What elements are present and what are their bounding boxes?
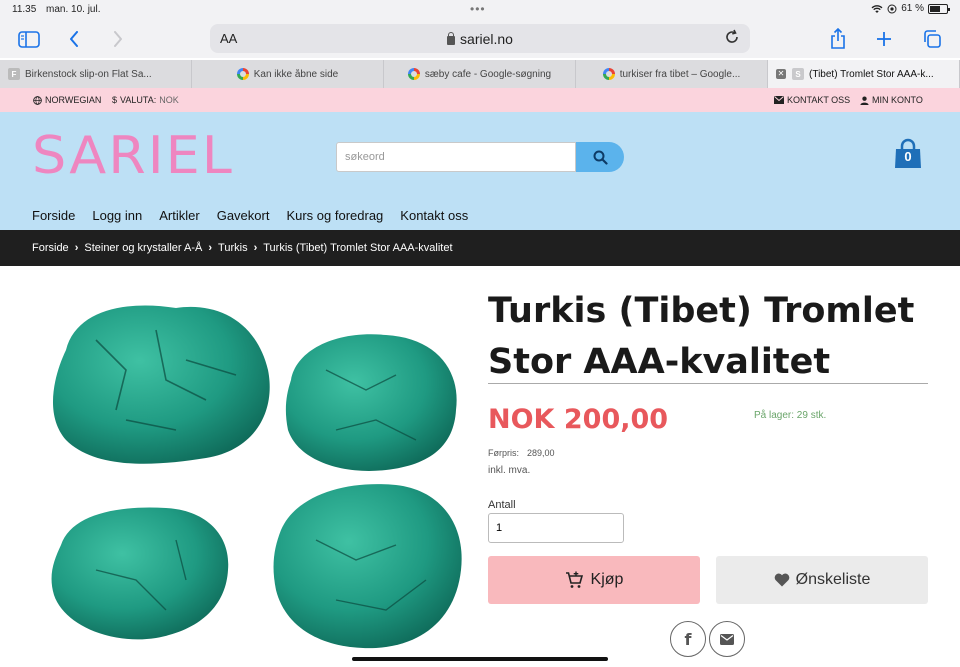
globe-icon: [33, 95, 42, 105]
vat-note: inkl. mva.: [488, 465, 531, 476]
breadcrumb: Forside › Steiner og krystaller A-Å › Tu…: [0, 230, 960, 266]
location-icon: [887, 4, 897, 13]
currency-selector[interactable]: $ VALUTA: NOK: [112, 95, 179, 105]
tab-label: Birkenstock slip-on Flat Sa...: [25, 68, 152, 80]
quantity-input[interactable]: [488, 513, 624, 543]
breadcrumb-item[interactable]: Steiner og krystaller A-Å: [84, 242, 202, 254]
share-email-button[interactable]: [709, 621, 745, 657]
wishlist-button[interactable]: Ønskeliste: [716, 556, 928, 604]
main-nav: Forside Logg inn Artikler Gavekort Kurs …: [32, 208, 485, 223]
ios-status-bar: 11.35 man. 10. jul. ••• 61 %: [0, 0, 960, 20]
date: man. 10. jul.: [46, 4, 101, 15]
currency-label: VALUTA:: [120, 95, 157, 105]
url-text: sariel.no: [460, 31, 513, 47]
account-link[interactable]: MIN KONTO: [860, 95, 923, 105]
buy-label: Kjøp: [590, 571, 624, 588]
nav-item-forside[interactable]: Forside: [32, 208, 75, 223]
search-input[interactable]: [336, 142, 576, 172]
sidebar-toggle-icon[interactable]: [16, 26, 42, 52]
browser-toolbar: AA sariel.no: [0, 20, 960, 58]
stock-status: På lager: 29 stk.: [754, 410, 827, 421]
tab-label: Kan ikke åbne side: [253, 68, 339, 80]
site-favicon-icon: S: [792, 68, 804, 80]
nav-item-gavekort[interactable]: Gavekort: [217, 208, 270, 223]
search-button[interactable]: [576, 142, 624, 172]
google-icon: [236, 68, 249, 80]
cart-button[interactable]: 0: [892, 138, 924, 170]
site-favicon-icon: F: [8, 68, 20, 80]
wishlist-label: Ønskeliste: [795, 571, 871, 588]
tab-label: sæby cafe - Google-søgning: [424, 68, 552, 80]
breadcrumb-item[interactable]: Forside: [32, 242, 69, 254]
battery-percent: 61 %: [901, 3, 924, 14]
dollar-icon: $: [112, 95, 118, 105]
close-tab-icon[interactable]: ✕: [776, 69, 786, 79]
language-label: NORWEGIAN: [45, 95, 102, 105]
nav-item-kurs[interactable]: Kurs og foredrag: [286, 208, 383, 223]
facebook-icon: f: [684, 629, 692, 649]
contact-label: KONTAKT OSS: [787, 95, 851, 105]
search-form: [336, 142, 624, 172]
heart-icon: [774, 573, 789, 587]
back-icon[interactable]: [64, 26, 84, 52]
battery-icon: [928, 3, 950, 14]
site-topbar: NORWEGIAN $ VALUTA: NOK KONTAKT OSS MIN …: [0, 88, 960, 112]
breadcrumb-current: Turkis (Tibet) Tromlet Stor AAA-kvalitet: [263, 242, 453, 254]
site-logo[interactable]: SARIEL: [32, 126, 234, 186]
nav-item-artikler[interactable]: Artikler: [159, 208, 199, 223]
home-indicator[interactable]: [352, 657, 608, 661]
tabs-overview-icon[interactable]: [920, 26, 944, 52]
google-icon: [407, 68, 420, 80]
site-header: SARIEL 0 Forside Logg inn Artikler Gavek…: [0, 112, 960, 230]
language-selector[interactable]: NORWEGIAN: [33, 95, 101, 105]
breadcrumb-item[interactable]: Turkis: [218, 242, 248, 254]
browser-tab[interactable]: turkiser fra tibet – Google...: [576, 60, 768, 88]
contact-link[interactable]: KONTAKT OSS: [774, 95, 850, 105]
google-icon: [602, 68, 615, 80]
share-facebook-button[interactable]: f: [670, 621, 706, 657]
browser-tab[interactable]: F Birkenstock slip-on Flat Sa...: [0, 60, 192, 88]
tab-label: turkiser fra tibet – Google...: [619, 68, 741, 80]
nav-item-logg-inn[interactable]: Logg inn: [92, 208, 142, 223]
nav-item-kontakt[interactable]: Kontakt oss: [400, 208, 468, 223]
email-icon: [720, 633, 734, 645]
tab-bar: F Birkenstock slip-on Flat Sa... Kan ikk…: [0, 60, 960, 88]
chevron-right-icon: ›: [253, 242, 258, 254]
status-indicators: 61 %: [871, 3, 950, 14]
title-divider: [488, 383, 928, 384]
chevron-right-icon: ›: [74, 242, 79, 254]
quantity-label: Antall: [488, 499, 516, 511]
envelope-icon: [774, 96, 784, 104]
product-title: Turkis (Tibet) Tromlet Stor AAA-kvalitet: [488, 291, 915, 382]
share-icon[interactable]: [828, 26, 848, 52]
clock: 11.35: [12, 4, 37, 15]
add-to-cart-icon: [565, 571, 583, 588]
currency-value: NOK: [159, 95, 179, 105]
address-bar[interactable]: AA sariel.no: [210, 24, 750, 53]
browser-tab[interactable]: sæby cafe - Google-søgning: [384, 60, 576, 88]
lock-icon: [447, 32, 456, 45]
account-label: MIN KONTO: [872, 95, 923, 105]
previous-price-value: 289,00: [527, 448, 555, 458]
wifi-icon: [871, 4, 883, 13]
product-price: NOK 200,00: [488, 404, 669, 435]
chevron-right-icon: ›: [208, 242, 213, 254]
cart-count: 0: [904, 149, 912, 164]
previous-price: Førpris: 289,00: [488, 448, 555, 458]
previous-price-label: Førpris:: [488, 448, 519, 458]
new-tab-icon[interactable]: [874, 26, 894, 52]
tab-label: (Tibet) Tromlet Stor AAA-k...: [809, 68, 934, 80]
buy-button[interactable]: Kjøp: [488, 556, 700, 604]
search-icon: [593, 150, 608, 165]
reload-icon[interactable]: [724, 29, 740, 50]
forward-icon[interactable]: [108, 26, 128, 52]
product-image[interactable]: [36, 280, 476, 660]
browser-tab-active[interactable]: ✕ S (Tibet) Tromlet Stor AAA-k...: [768, 60, 960, 88]
multitasking-dots-icon[interactable]: •••: [470, 2, 486, 16]
user-icon: [860, 96, 869, 105]
browser-tab[interactable]: Kan ikke åbne side: [192, 60, 384, 88]
